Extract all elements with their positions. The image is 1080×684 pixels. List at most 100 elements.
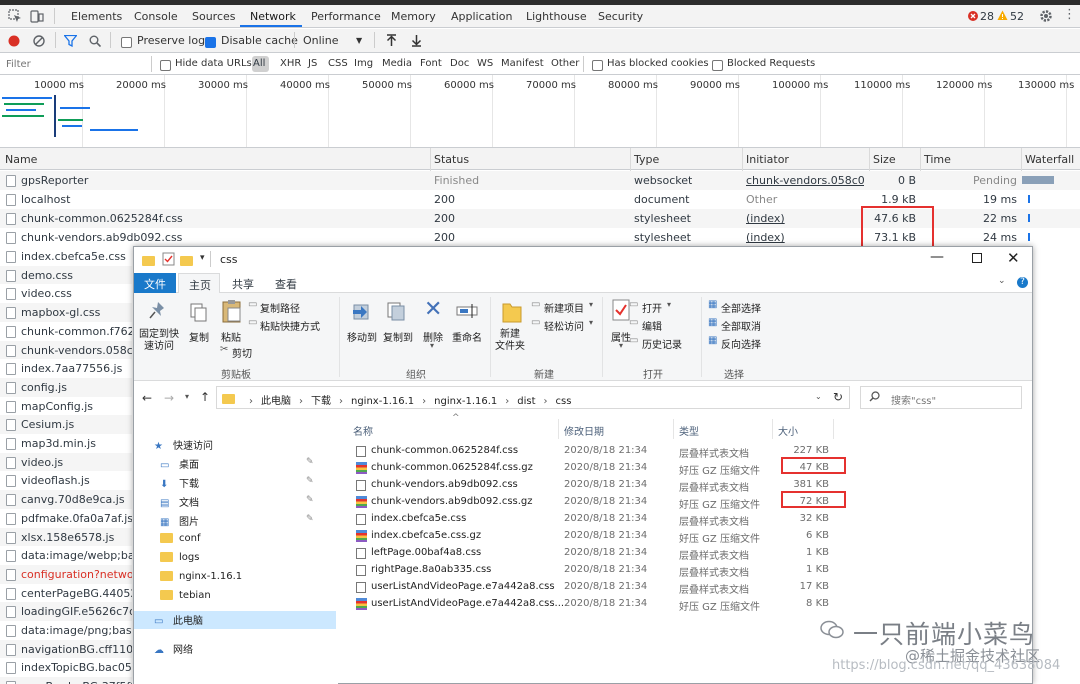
file-name[interactable]: leftPage.00baf4a8.css [371,547,481,558]
table-row[interactable]: configuration?network= [0,564,132,584]
table-row[interactable]: mapbox-gl.css [0,303,132,323]
chevron-down-icon[interactable]: ▾ [589,300,593,309]
preserve-log-checkbox[interactable] [121,36,132,48]
disable-cache-checkbox[interactable] [205,36,216,48]
pin-to-quick-access-button[interactable]: 固定到快速访问 [137,329,181,353]
table-row[interactable]: map3d.min.js [0,434,132,453]
file-row[interactable]: rightPage.8a0ab335.css 2020/8/18 21:34 层叠样… [338,562,1032,579]
request-name[interactable]: video.js [21,456,132,469]
new-item-button[interactable]: 新建项目 [544,300,584,315]
table-row[interactable]: indexTopicBG.bac0589e [0,658,132,678]
tab-elements[interactable]: Elements [71,10,122,23]
file-row[interactable]: chunk-vendors.ab9db092.css 2020/8/18 21:3… [338,477,1032,494]
request-name[interactable]: pdfmake.0fa0a7af.js [21,512,132,525]
request-initiator[interactable]: (index) [746,212,864,225]
request-name[interactable]: gpsReporter [21,174,426,187]
file-name[interactable]: index.cbefca5e.css.gz [371,530,481,541]
column-type-header[interactable]: Type [634,153,659,166]
select-none-button[interactable]: 全部取消 [721,318,761,333]
nav-item[interactable]: ⬇ 下载 [160,475,199,490]
select-all-button[interactable]: 全部选择 [721,300,761,315]
request-name[interactable]: video.css [21,287,132,300]
nav-item[interactable]: ★ 快速访问 [154,437,213,452]
request-name[interactable]: navigationBG.cff11036.p [21,643,132,656]
tab-share[interactable]: 共享 [232,276,254,292]
breadcrumb-item[interactable]: 下载 [311,396,331,407]
file-row[interactable]: leftPage.00baf4a8.css 2020/8/18 21:34 层叠样式… [338,545,1032,562]
request-initiator[interactable]: chunk-vendors.058c00... [746,174,864,187]
table-row[interactable]: centerPageBG.44052704 [0,583,132,603]
throttling-select[interactable]: Online [303,34,338,47]
device-toolbar-icon[interactable] [30,9,44,23]
file-name[interactable]: index.cbefca5e.css [371,513,466,524]
warning-icon[interactable] [997,10,1008,21]
ribbon-collapse-icon[interactable]: ⌄ [998,276,1006,286]
table-row[interactable]: videoflash.js [0,471,132,491]
search-icon[interactable] [89,35,101,47]
file-row[interactable]: chunk-common.0625284f.css.gz 2020/8/18 21… [338,460,1032,477]
network-overview-timeline[interactable]: 10000 ms 20000 ms 30000 ms 40000 ms 50000 ms… [0,75,1080,148]
table-row[interactable]: video.css [0,284,132,304]
nav-item[interactable]: ▦ 图片 [160,513,199,528]
properties-quick-icon[interactable] [162,252,175,266]
breadcrumb-item[interactable]: 此电脑 [261,396,291,407]
table-row[interactable]: config.js [0,377,132,397]
file-row[interactable]: userListAndVideoPage.e7a442a8.css.... 202… [338,596,1032,613]
filter-type-js[interactable]: JS [308,58,317,69]
chevron-down-icon[interactable]: ▾ [589,318,593,327]
nav-item[interactable]: logs [160,552,199,563]
column-type-header[interactable]: 类型 [679,423,699,438]
paste-shortcut-button[interactable]: 粘贴快捷方式 [260,318,320,333]
close-icon[interactable]: ✕ [1007,249,1020,267]
table-row[interactable]: xlsx.158e6578.js [0,527,132,547]
table-row[interactable]: index.7aa77556.js [0,359,132,379]
file-name[interactable]: chunk-vendors.ab9db092.css.gz [371,496,533,507]
table-row[interactable]: loadingGIF.e5626c7d.pr [0,602,132,622]
nav-item[interactable]: ▭ 此电脑 [154,612,203,627]
error-icon[interactable] [968,11,978,21]
column-time-header[interactable]: Time [924,153,951,166]
column-waterfall-header[interactable]: Waterfall [1025,153,1074,166]
table-row[interactable]: mapBorderBG.37f5f9c5 [0,677,132,684]
tab-memory[interactable]: Memory [391,10,436,23]
file-row[interactable]: chunk-vendors.ab9db092.css.gz 2020/8/18 2… [338,494,1032,511]
search-box[interactable]: 搜索"css" [860,386,1022,409]
table-row[interactable]: data:image/webp;bas... [0,546,132,566]
new-folder-quick-icon[interactable] [180,256,193,266]
hide-data-urls-checkbox[interactable] [160,59,171,71]
request-name[interactable]: canvg.70d8e9ca.js [21,493,132,506]
table-row[interactable]: chunk-vendors.058c007 [0,340,132,360]
up-icon[interactable]: ↑ [200,390,210,404]
tab-performance[interactable]: Performance [311,10,381,23]
file-row[interactable]: userListAndVideoPage.e7a442a8.css 2020/8/… [338,579,1032,596]
tab-home[interactable]: 主页 [178,273,220,294]
invert-selection-button[interactable]: 反向选择 [721,336,761,351]
paste-button[interactable]: 粘贴 [218,329,244,344]
file-name[interactable]: chunk-common.0625284f.css.gz [371,462,533,473]
column-name-header[interactable]: Name [5,153,37,166]
request-name[interactable]: configuration?network= [21,568,132,581]
request-name[interactable]: mapbox-gl.css [21,306,132,319]
tab-network[interactable]: Network [250,10,296,23]
tab-security[interactable]: Security [598,10,643,23]
clear-icon[interactable] [33,35,45,47]
request-name[interactable]: data:image/png;base... [21,624,132,637]
more-options-icon[interactable]: ⋮ [1063,8,1076,22]
tab-file[interactable]: 文件 [134,273,176,293]
address-bar[interactable]: › 此电脑 › 下载 › nginx-1.16.1 › nginx-1.16.1 › dist › c… [216,386,850,409]
request-name[interactable]: data:image/webp;bas... [21,549,132,562]
table-row[interactable]: canvg.70d8e9ca.js [0,490,132,510]
cut-button[interactable]: 剪切 [232,345,252,360]
request-name[interactable]: chunk-vendors.058c007 [21,344,132,357]
request-name[interactable]: Cesium.js [21,418,132,431]
request-name[interactable]: index.cbefca5e.css [21,250,132,263]
table-row[interactable]: gpsReporter Finished websocket chunk-vendor… [0,171,1080,190]
history-button[interactable]: 历史记录 [642,336,682,351]
table-row[interactable]: data:image/png;base... [0,621,132,640]
record-icon[interactable] [8,35,20,47]
request-name[interactable]: chunk-common.f762d1 [21,325,132,338]
column-status-header[interactable]: Status [434,153,469,166]
tab-console[interactable]: Console [134,10,178,23]
rename-button[interactable]: 重命名 [448,329,486,344]
tab-lighthouse[interactable]: Lighthouse [526,10,587,23]
